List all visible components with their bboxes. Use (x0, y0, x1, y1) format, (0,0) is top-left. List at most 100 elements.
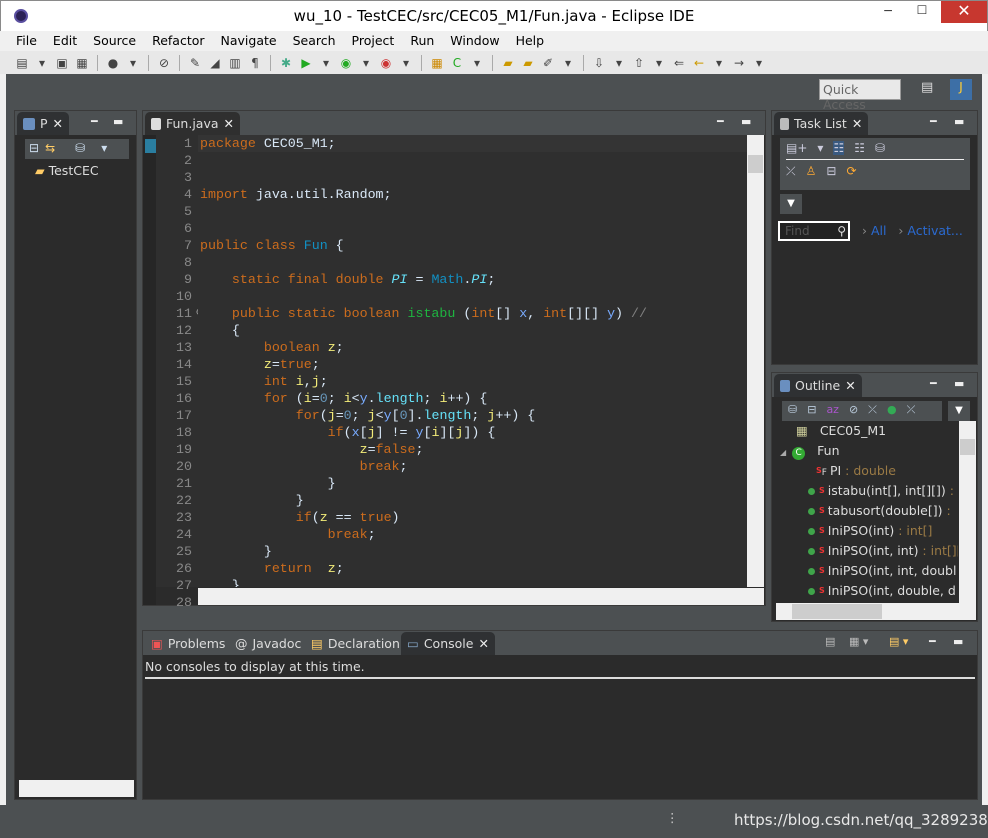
hide-fields-icon[interactable]: ⊘ (849, 403, 858, 419)
dropdown-icon[interactable]: ▾ (125, 55, 141, 71)
quick-access-input[interactable]: Quick Access (819, 79, 901, 112)
prev-annotation-icon[interactable]: ⇧ (631, 55, 647, 71)
next-annotation-icon[interactable]: ⇩ (591, 55, 607, 71)
minimize-icon[interactable]: ━ (930, 377, 937, 390)
activate-link[interactable]: Activat... (907, 223, 962, 238)
minimize-icon[interactable]: ━ (717, 115, 724, 128)
close-tab-icon[interactable]: ✕ (224, 116, 234, 131)
outline-item[interactable]: Sistabu(int[], int[][]) : b (776, 481, 958, 501)
link-editor-icon[interactable]: ⇆ (45, 141, 55, 157)
display-console-icon[interactable]: ▤ (825, 635, 835, 648)
menu-refactor[interactable]: Refactor (144, 31, 212, 51)
menu-run[interactable]: Run (402, 31, 442, 51)
outline-item[interactable]: ▦ CEC05_M1 (776, 421, 958, 441)
coverage-icon[interactable]: ◉ (338, 55, 354, 71)
outline-item[interactable]: SIniPSO(int, int) : int[][] (776, 541, 958, 561)
new-package-icon[interactable]: ▦ (429, 55, 445, 71)
tree-item-testcec[interactable]: ▰ TestCEC (35, 163, 99, 178)
categorized-icon[interactable]: ☷ (833, 141, 845, 155)
last-edit-icon[interactable]: ⇐ (671, 55, 687, 71)
horizontal-scrollbar[interactable] (198, 588, 764, 605)
sync-changed-icon[interactable]: ⟳ (846, 164, 856, 179)
menu-edit[interactable]: Edit (45, 31, 85, 51)
dropdown-icon[interactable]: ▾ (398, 55, 414, 71)
close-tab-icon[interactable]: ✕ (845, 378, 855, 393)
menu-source[interactable]: Source (85, 31, 144, 51)
external-tools-icon[interactable]: ◉ (378, 55, 394, 71)
menu-navigate[interactable]: Navigate (213, 31, 285, 51)
dropdown-icon[interactable]: ▾ (318, 55, 334, 71)
close-tab-icon[interactable]: ✕ (852, 116, 862, 131)
whitespace-icon[interactable]: ¶ (247, 55, 263, 71)
view-menu-button[interactable]: ▼ (948, 401, 970, 421)
hide-nonpublic-icon[interactable]: ● (887, 403, 897, 419)
all-link[interactable]: All (871, 223, 887, 238)
tab-javadoc[interactable]: @ Javadoc (229, 632, 307, 655)
tab-outline[interactable]: Outline ✕ (774, 374, 862, 397)
dropdown-icon[interactable]: ▾ (34, 55, 50, 71)
view-menu-icon[interactable]: ⛁ (75, 141, 85, 157)
outline-item[interactable]: S IniPSO(int, double, d (776, 581, 958, 601)
hide-static-icon[interactable]: ⤫ (868, 403, 877, 419)
dropdown-icon[interactable]: ▾ (751, 55, 767, 71)
maximize-icon[interactable]: ▬ (953, 635, 963, 648)
dropdown-icon[interactable]: ▾ (101, 141, 107, 157)
toggle-icon[interactable]: ✎ (187, 55, 203, 71)
outline-item[interactable]: Stabusort(double[]) : (776, 501, 958, 521)
tab-package-explorer[interactable]: P ✕ (17, 112, 70, 135)
tab-task-list[interactable]: Task List ✕ (774, 112, 869, 135)
vertical-scrollbar[interactable] (747, 135, 764, 587)
new-task-icon[interactable]: ▤+ (786, 141, 807, 155)
block-icon[interactable]: ▥ (227, 55, 243, 71)
dropdown-icon[interactable]: ▾ (358, 55, 374, 71)
view-menu-button[interactable]: ▼ (780, 194, 802, 214)
outline-item[interactable]: S IniPSO(int) : int[] (776, 521, 958, 541)
find-input[interactable]: Find ⚲ (778, 221, 850, 241)
maximize-icon[interactable]: ▬ (954, 115, 964, 128)
skip-breakpoints-icon[interactable]: ⊘ (156, 55, 172, 71)
code-area[interactable]: package CEC05_M1; import java.util.Random… (198, 135, 747, 587)
collapse-all-icon[interactable]: ⊟ (807, 403, 816, 419)
synchronize-icon[interactable]: ⛁ (875, 141, 885, 155)
tab-fun-java[interactable]: Fun.java ✕ (145, 112, 240, 135)
debug-icon[interactable]: ✱ (278, 55, 294, 71)
close-button[interactable]: ✕ (941, 1, 987, 23)
dropdown-icon[interactable]: ▾ (469, 55, 485, 71)
focus-icon[interactable]: ♙ (806, 164, 817, 179)
horizontal-scrollbar[interactable] (19, 780, 134, 797)
expand-icon[interactable]: ◢ (780, 448, 786, 457)
menu-search[interactable]: Search (285, 31, 344, 51)
horizontal-scrollbar[interactable] (776, 603, 976, 620)
maximize-icon[interactable]: ▬ (741, 115, 751, 128)
vertical-scrollbar[interactable] (959, 421, 976, 604)
hide-local-types-icon[interactable]: ⤫ (907, 403, 916, 419)
scheduled-icon[interactable]: ☷ (854, 141, 865, 155)
dropdown-icon[interactable]: ▾ (711, 55, 727, 71)
search-icon[interactable]: ✐ (540, 55, 556, 71)
mark-icon[interactable]: ◢ (207, 55, 223, 71)
collapse-all-icon[interactable]: ⊟ (826, 164, 836, 179)
run-icon[interactable]: ▶ (298, 55, 314, 71)
minimize-button[interactable]: ─ (873, 3, 903, 21)
new-class-icon[interactable]: C (449, 55, 465, 71)
pin-console-icon[interactable]: ▦ ▾ (849, 635, 868, 648)
collapse-all-icon[interactable]: ⊟ (29, 141, 39, 157)
outline-item[interactable]: SF PI : double (776, 461, 958, 481)
outline-item[interactable]: S IniPSO(int, int, doubl (776, 561, 958, 581)
maximize-button[interactable]: ☐ (907, 3, 937, 21)
open-type-icon[interactable]: ▰ (500, 55, 516, 71)
back-icon[interactable]: ← (691, 55, 707, 71)
java-perspective-icon[interactable]: J (950, 79, 972, 100)
minimize-icon[interactable]: ━ (91, 115, 98, 128)
outline-item[interactable]: ◢ C Fun (776, 441, 958, 461)
save-all-icon[interactable]: ▦ (74, 55, 90, 71)
dropdown-icon[interactable]: ▾ (651, 55, 667, 71)
focus-icon[interactable]: ⛁ (788, 403, 797, 419)
profile-icon[interactable]: ● (105, 55, 121, 71)
minimize-icon[interactable]: ━ (929, 635, 936, 648)
new-icon[interactable]: ▤ (14, 55, 30, 71)
dropdown-icon[interactable]: ▾ (560, 55, 576, 71)
menu-file[interactable]: File (8, 31, 45, 51)
close-tab-icon[interactable]: ✕ (53, 116, 63, 131)
save-icon[interactable]: ▣ (54, 55, 70, 71)
